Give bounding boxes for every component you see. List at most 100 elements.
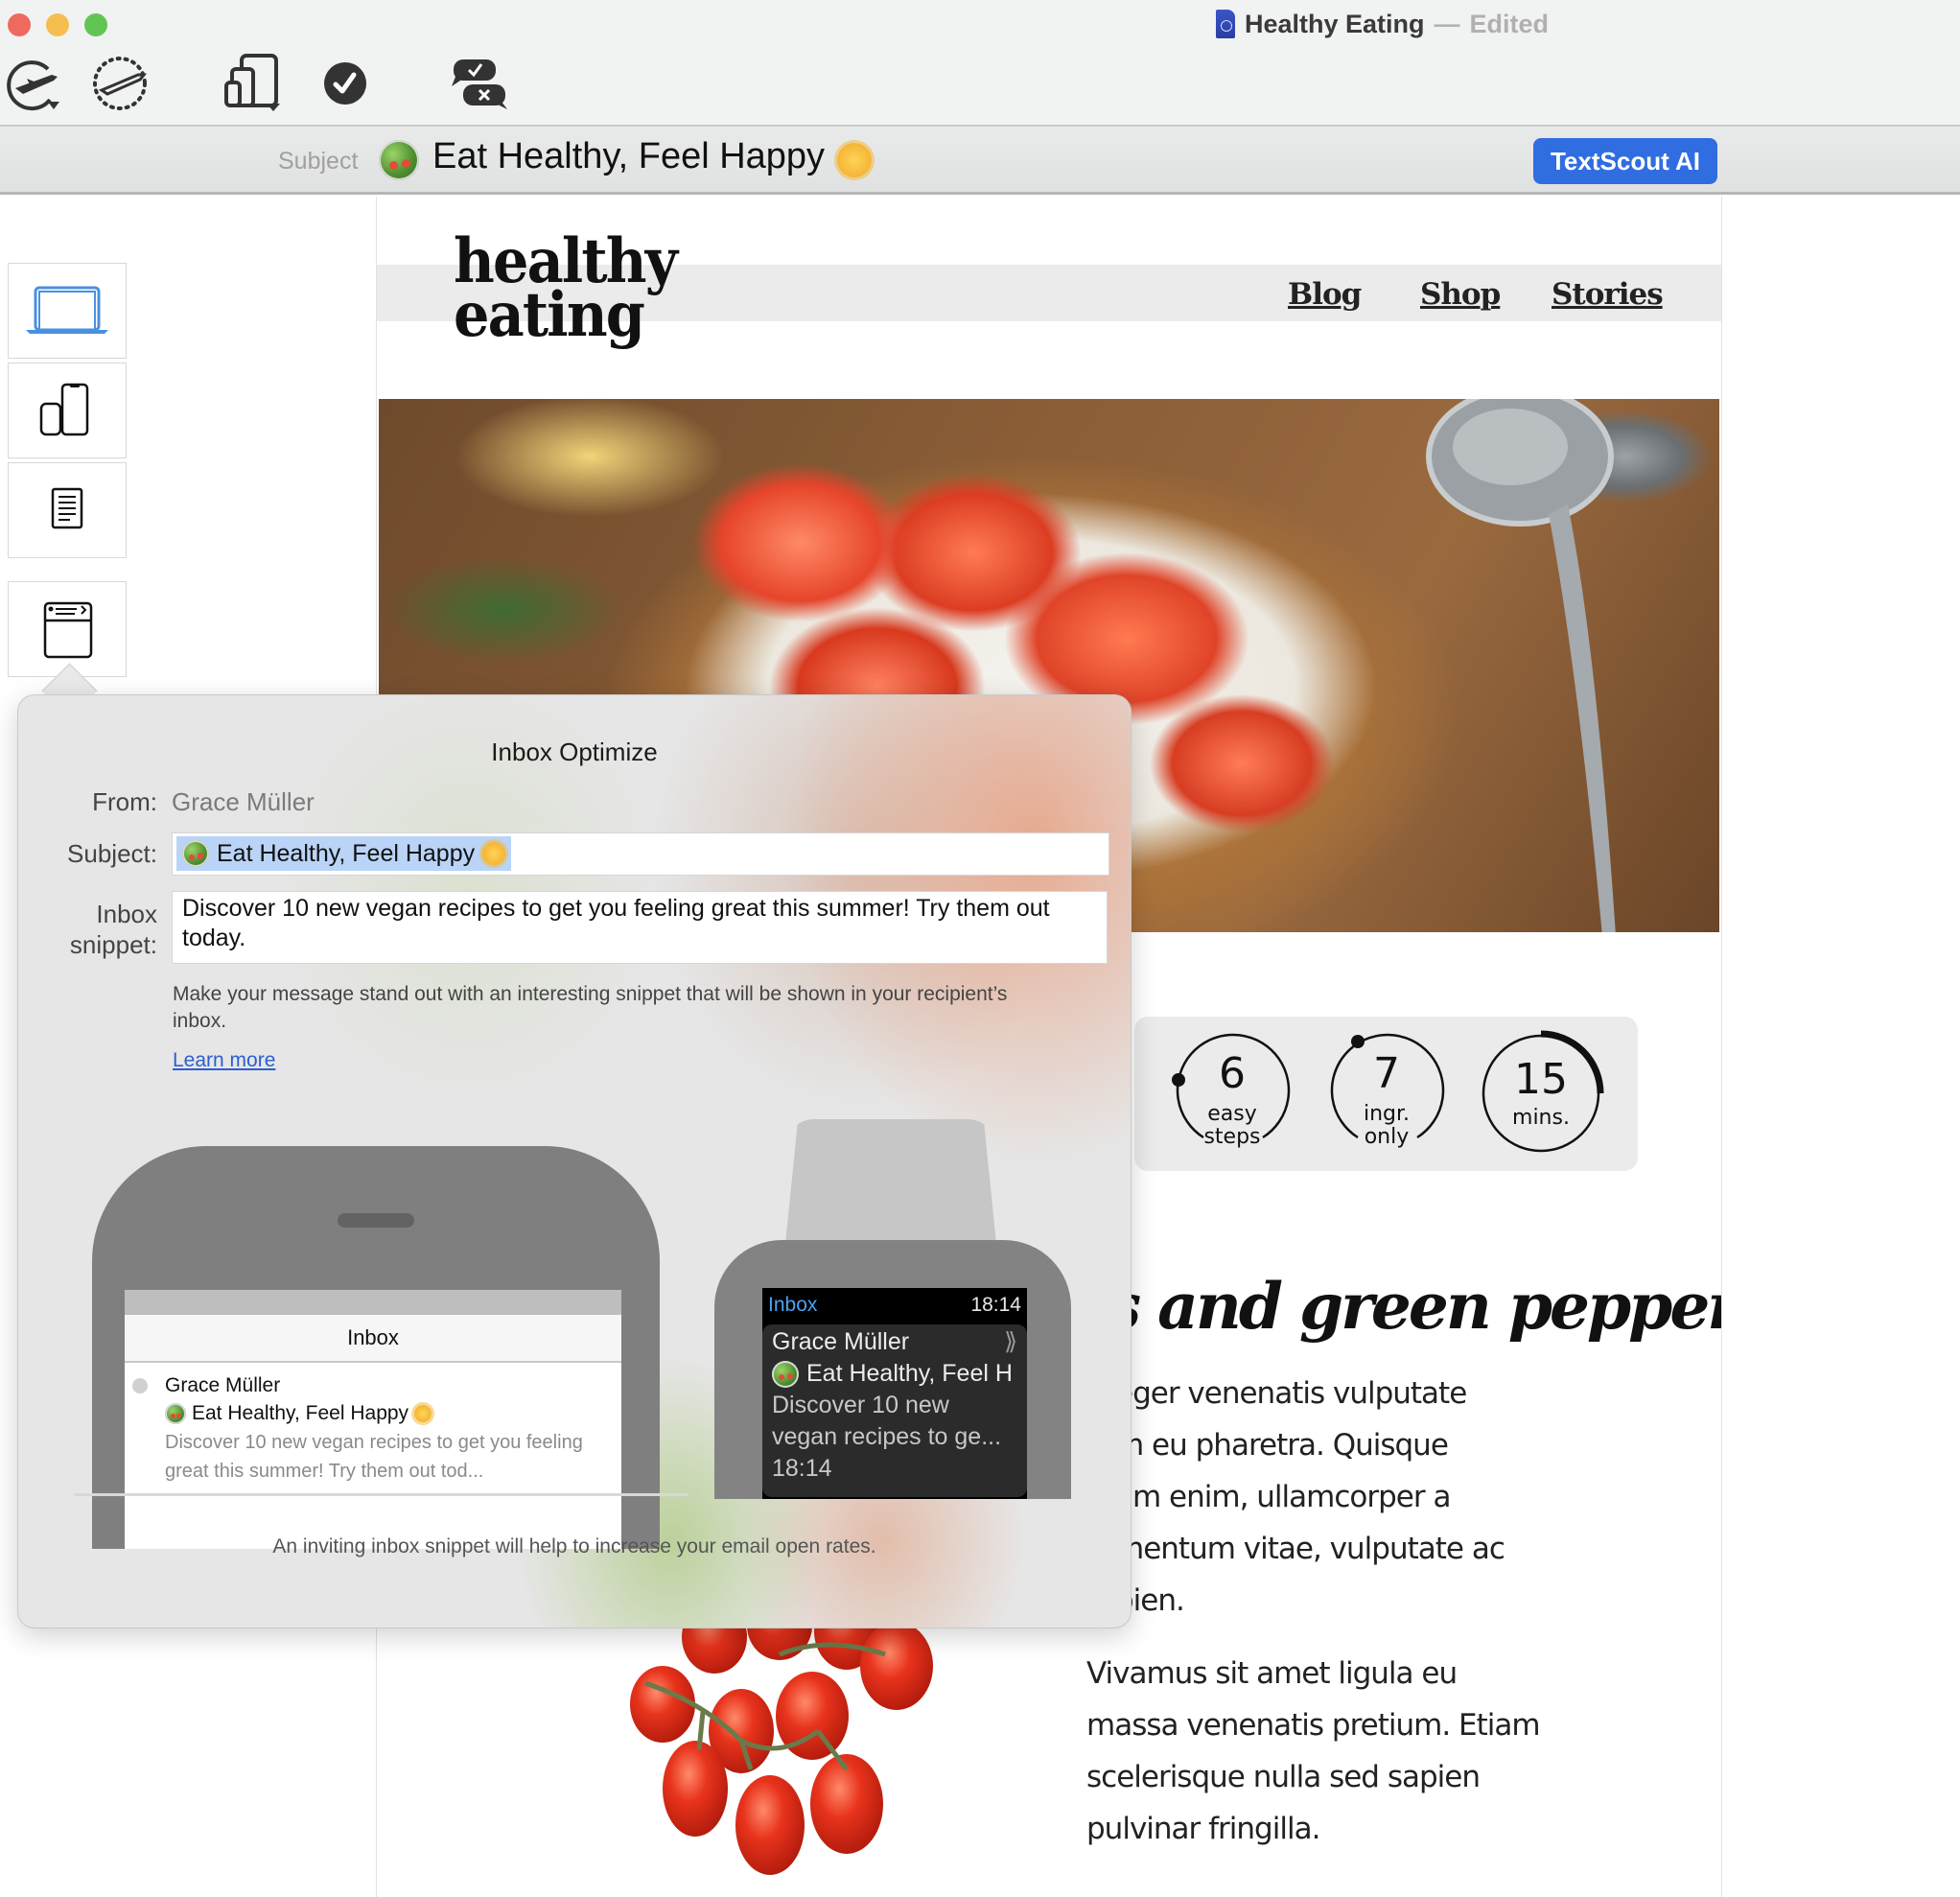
watch-inbox-label: Inbox <box>768 1294 818 1316</box>
recipe-headline: s and green peppers <box>1106 1269 1722 1344</box>
watch-message-snippet: Discover 10 new vegan recipes to ge... <box>772 1392 1002 1450</box>
snippet-help-text: Make your message stand out with an inte… <box>173 983 1008 1032</box>
watch-screen: Inbox 18:14 Grace Müller ⟫ Eat Healthy, … <box>762 1288 1027 1499</box>
document-status: Edited <box>1469 9 1550 38</box>
paragraph-2-line: pulvinar fringilla. <box>1086 1812 1320 1846</box>
subject-selection: Eat Healthy, Feel Happy <box>176 836 512 871</box>
stat-ingredients: 7 ingr. only <box>1323 1030 1450 1157</box>
recipe-stats-box: 6 easy steps 7 ingr. only 15 mins. <box>1134 1017 1638 1171</box>
from-value: Grace Müller <box>172 787 315 816</box>
close-window-button[interactable] <box>8 13 31 36</box>
paragraph-1-line: m eu pharetra. Quisque <box>1115 1428 1449 1463</box>
inbox-optimize-popover: Inbox Optimize From: Grace Müller Subjec… <box>17 694 1132 1628</box>
from-label: From: <box>92 787 157 816</box>
stat-steps-label-1: easy <box>1207 1102 1257 1126</box>
paragraph-2-line: Vivamus sit amet ligula eu <box>1086 1656 1458 1691</box>
watch-message-card: Grace Müller ⟫ Eat Healthy, Feel H Disco… <box>762 1324 1027 1497</box>
approval-button[interactable] <box>446 50 513 117</box>
phone-speaker <box>338 1213 414 1228</box>
watch-message-time: 18:14 <box>772 1455 832 1482</box>
nav-link-stories[interactable]: Stories <box>1552 277 1664 312</box>
check-button[interactable] <box>312 50 379 117</box>
stat-minutes-label: mins. <box>1512 1106 1570 1130</box>
phone-preview-mockup: Inbox Grace Müller Eat Healthy, Feel Hap… <box>92 1146 660 1549</box>
phone-message-subject: Eat Healthy, Feel Happy <box>165 1399 621 1428</box>
sidebar-item-desktop-preview[interactable] <box>8 263 127 359</box>
watch-preview-mockup: Inbox 18:14 Grace Müller ⟫ Eat Healthy, … <box>714 1240 1071 1499</box>
laptop-icon <box>26 286 108 334</box>
window-titlebar: Healthy Eating — Edited <box>0 0 1960 127</box>
snippet-label-line-1: Inbox <box>96 900 157 928</box>
send-plane-clock-icon <box>7 60 59 111</box>
zoom-window-button[interactable] <box>84 13 107 36</box>
watch-phone-icon <box>39 383 89 436</box>
sidebar-item-mobile-preview[interactable] <box>8 363 127 458</box>
nav-link-blog[interactable]: Blog <box>1288 277 1362 312</box>
subject-label: Subject <box>278 148 359 175</box>
watch-header: Inbox 18:14 <box>762 1288 1027 1323</box>
chevron-right-icon: ⟫ <box>1004 1328 1017 1355</box>
subject-label: Subject: <box>67 839 157 868</box>
salad-emoji-icon <box>182 840 209 867</box>
document-icon <box>51 487 83 529</box>
brand-logo: healthy eating <box>454 231 678 351</box>
sidebar-item-inbox-optimize[interactable] <box>8 581 127 677</box>
nav-link-shop[interactable]: Shop <box>1420 277 1501 312</box>
snippet-label: Inbox snippet: <box>18 899 157 960</box>
schedule-send-button[interactable] <box>86 50 153 117</box>
stat-steps: 6 easy steps <box>1169 1030 1295 1157</box>
subject-value: Eat Healthy, Feel Happy <box>217 839 476 867</box>
stat-minutes: 15 mins. <box>1478 1030 1604 1157</box>
phone-inbox-header: Inbox <box>125 1315 621 1363</box>
stat-ingredients-label-2: only <box>1364 1125 1410 1149</box>
textscout-ai-button[interactable]: TextScout AI <box>1533 138 1717 184</box>
subject-input[interactable]: Eat Healthy, Feel Happy <box>432 136 825 177</box>
inbox-preview-icon <box>43 601 93 659</box>
subject-field[interactable]: Eat Healthy, Feel Happy <box>172 832 1109 876</box>
paragraph-2-line: scelerisque nulla sed sapien <box>1086 1760 1481 1794</box>
sun-emoji-icon <box>482 842 506 865</box>
send-button[interactable] <box>2 50 69 117</box>
window-title: Healthy Eating — Edited <box>1216 8 1549 40</box>
minimize-window-button[interactable] <box>46 13 69 36</box>
sun-emoji-icon <box>837 143 872 177</box>
preview-baseline <box>74 1493 688 1496</box>
paragraph-1-line: mentum vitae, vulputate ac <box>1115 1532 1505 1566</box>
watch-subject-text: Eat Healthy, Feel H <box>806 1360 1013 1387</box>
phone-message-snippet: Discover 10 new vegan recipes to get you… <box>165 1432 583 1482</box>
salad-emoji-icon <box>165 1403 186 1424</box>
document-icon <box>1216 10 1235 38</box>
checkmark-circle-icon <box>324 62 366 105</box>
phone-status-bar <box>125 1290 621 1315</box>
watch-band <box>785 1119 996 1244</box>
paragraph-2-line: massa venenatis pretium. Etiam <box>1086 1708 1541 1743</box>
snippet-label-line-2: snippet: <box>69 930 157 959</box>
device-preview-icon <box>224 54 280 111</box>
paragraph-1-line: am enim, ullamcorper a <box>1115 1480 1451 1514</box>
phone-screen: Inbox Grace Müller Eat Healthy, Feel Hap… <box>125 1290 621 1549</box>
stat-ingredients-label-1: ingr. <box>1363 1102 1411 1126</box>
title-separator: — <box>1434 9 1460 38</box>
sidebar-item-plain-text-preview[interactable] <box>8 462 127 558</box>
document-name: Healthy Eating <box>1245 9 1425 38</box>
phone-subject-text: Eat Healthy, Feel Happy <box>192 1402 409 1424</box>
phone-message-row: Grace Müller Eat Healthy, Feel Happy Dis… <box>125 1363 621 1486</box>
sun-emoji-icon <box>414 1405 432 1422</box>
watch-from-row: Grace Müller ⟫ <box>772 1326 1017 1358</box>
unread-dot-icon <box>132 1378 148 1393</box>
cherry-tomatoes-image <box>630 1616 933 1875</box>
watch-message-subject: Eat Healthy, Feel H <box>772 1358 1017 1390</box>
learn-more-link[interactable]: Learn more <box>173 1049 275 1072</box>
popover-footer-text: An inviting inbox snippet will help to i… <box>272 1535 876 1557</box>
watch-clock: 18:14 <box>970 1294 1021 1316</box>
inbox-snippet-textarea[interactable]: Discover 10 new vegan recipes to get you… <box>172 891 1108 964</box>
approve-reject-messages-icon <box>452 59 507 109</box>
paragraph-1-line: eger venenatis vulputate <box>1115 1376 1467 1411</box>
device-preview-button[interactable] <box>221 50 288 117</box>
phone-message-from: Grace Müller <box>165 1374 281 1396</box>
stat-ingredients-number: 7 <box>1373 1049 1400 1098</box>
stat-minutes-number: 15 <box>1514 1055 1568 1104</box>
spoon-graphic <box>1426 399 1616 932</box>
watch-message-from: Grace Müller <box>772 1328 910 1355</box>
logo-line-2: eating <box>454 279 645 351</box>
